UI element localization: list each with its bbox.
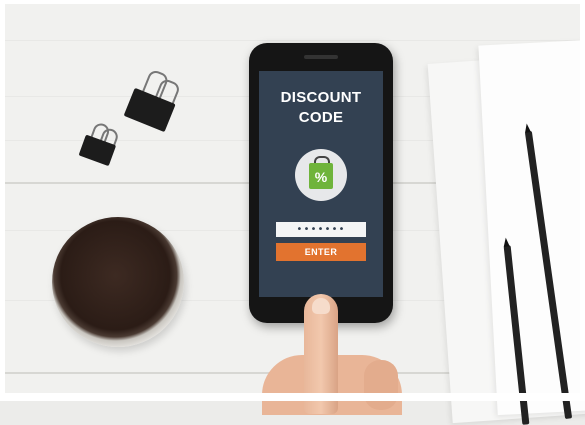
discount-code-input[interactable]: ••••••• [276,222,366,237]
fingernail [312,298,330,314]
index-finger [304,294,338,414]
pencil-tip-icon [502,237,510,247]
smartphone: DISCOUNT CODE % ••••••• ENTER [249,43,393,323]
shopping-bag-badge: % [295,149,347,201]
discount-title-line2: CODE [298,109,344,126]
hand-knuckle [364,360,398,410]
phone-speaker [304,55,338,59]
pencil-tip-icon [523,123,531,133]
enter-button[interactable]: ENTER [276,243,366,261]
phone-screen: DISCOUNT CODE % ••••••• ENTER [259,71,383,297]
coffee-cup [52,217,184,347]
shopping-bag-icon: % [309,163,333,189]
paper-sheet [478,38,585,416]
discount-title-line1: DISCOUNT [280,89,362,106]
